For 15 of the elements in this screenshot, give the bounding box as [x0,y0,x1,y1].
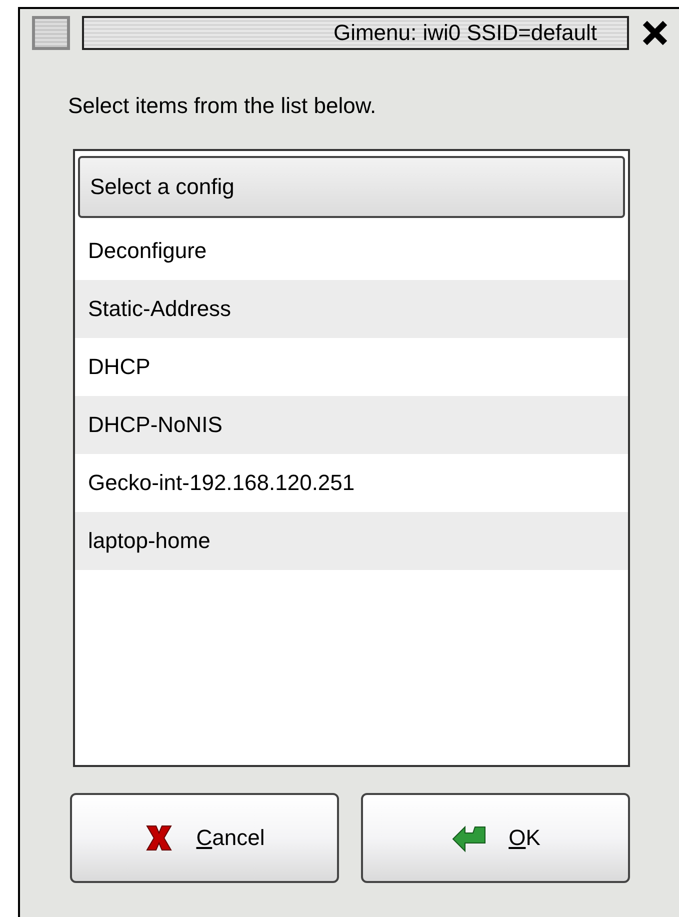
cancel-button[interactable]: Cancel [70,793,339,883]
list-item[interactable]: DHCP [75,338,628,396]
list-header[interactable]: Select a config [78,156,625,218]
close-icon[interactable] [641,19,669,47]
prompt-text: Select items from the list below. [67,92,378,120]
x-icon [144,823,174,853]
ok-button[interactable]: OK [361,793,630,883]
list-item[interactable]: laptop-home [75,512,628,570]
list-item[interactable]: Static-Address [75,280,628,338]
arrow-icon [450,823,487,853]
window-menu-icon[interactable] [32,16,70,50]
window-title: Gimenu: iwi0 SSID=default [82,16,629,50]
list-item[interactable]: Deconfigure [75,222,628,280]
list-item[interactable]: Gecko-int-192.168.120.251 [75,454,628,512]
list-item[interactable]: DHCP-NoNIS [75,396,628,454]
